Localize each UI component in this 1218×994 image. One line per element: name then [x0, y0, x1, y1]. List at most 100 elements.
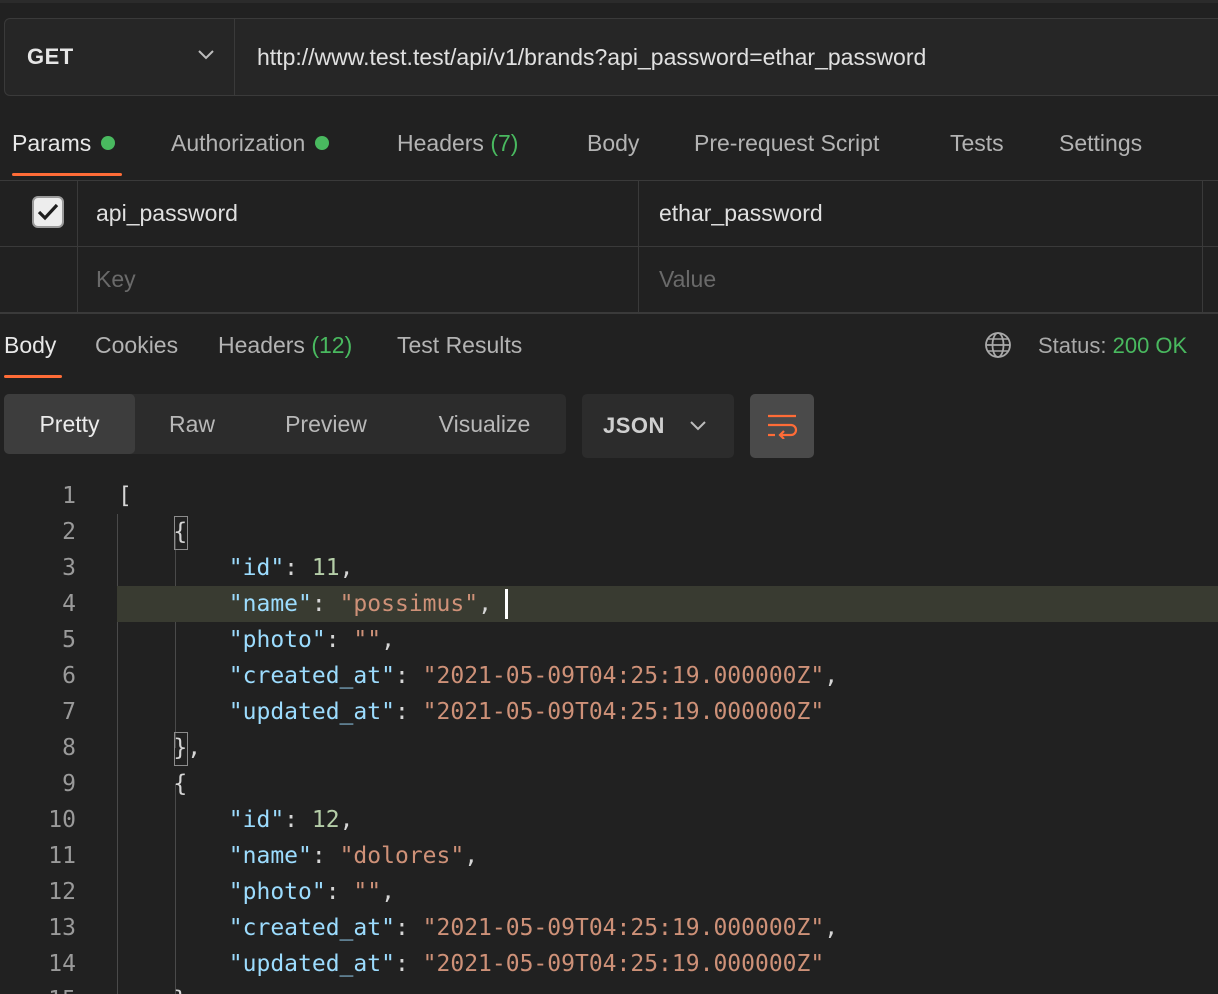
- request-tabs: Params Authorization Headers (7) Body Pr…: [0, 118, 1218, 180]
- line-number: 11: [48, 843, 76, 869]
- code-line: 10 "id": 12,: [0, 802, 1218, 838]
- line-number: 10: [48, 807, 76, 833]
- code-text: "name": "dolores",: [228, 843, 479, 869]
- check-icon: [37, 203, 59, 221]
- tab-body[interactable]: Body: [587, 130, 639, 157]
- tab-headers[interactable]: Headers (7): [397, 130, 518, 157]
- status-label: Status:: [1038, 333, 1107, 358]
- tab-label: Pre-request Script: [694, 130, 880, 156]
- view-raw-button[interactable]: Raw: [135, 394, 249, 454]
- language-label: JSON: [603, 413, 665, 438]
- line-number: 12: [48, 879, 76, 905]
- headers-count-badge: (7): [490, 130, 519, 156]
- tab-cookies[interactable]: Cookies: [95, 332, 178, 359]
- code-text: "id": 12,: [228, 807, 354, 833]
- code-text: [: [118, 483, 132, 509]
- view-mode-selector: Pretty Raw Preview Visualize: [4, 394, 566, 454]
- table-row: api_password ethar_password: [0, 181, 1218, 247]
- tab-label: Cookies: [95, 332, 179, 358]
- code-line: 6 "created_at": "2021-05-09T04:25:19.000…: [0, 658, 1218, 694]
- request-bar: GET http://www.test.test/api/v1/brands?a…: [4, 18, 1218, 96]
- code-text: },: [118, 735, 202, 761]
- tab-tests[interactable]: Tests: [950, 130, 1004, 157]
- wrap-lines-icon: [768, 414, 798, 439]
- line-number: 13: [48, 915, 76, 941]
- code-line: 12 "photo": "",: [0, 874, 1218, 910]
- globe-icon[interactable]: [984, 331, 1012, 359]
- line-number: 7: [62, 699, 76, 725]
- code-line: 7 "updated_at": "2021-05-09T04:25:19.000…: [0, 694, 1218, 730]
- code-line: 1 [: [0, 478, 1218, 514]
- code-line: 14 "updated_at": "2021-05-09T04:25:19.00…: [0, 946, 1218, 982]
- code-line: 13 "created_at": "2021-05-09T04:25:19.00…: [0, 910, 1218, 946]
- code-line: 4 "name": "possimus",: [0, 586, 1218, 622]
- line-number: 1: [62, 483, 76, 509]
- tab-response-headers[interactable]: Headers (12): [218, 332, 352, 359]
- line-number: 8: [62, 735, 76, 761]
- line-number: 4: [62, 591, 76, 617]
- response-body-viewer[interactable]: 1 [ 2 { 3 "id": 11, 4 "name": "possimus"…: [0, 478, 1218, 994]
- code-line: 11 "name": "dolores",: [0, 838, 1218, 874]
- wrap-lines-button[interactable]: [750, 394, 814, 458]
- view-visualize-button[interactable]: Visualize: [403, 394, 566, 454]
- line-number: 5: [62, 627, 76, 653]
- view-preview-button[interactable]: Preview: [249, 394, 403, 454]
- code-text: "name": "possimus",: [228, 591, 492, 617]
- code-text: "photo": "",: [228, 879, 395, 905]
- code-text: "id": 11,: [228, 555, 354, 581]
- headers-count-badge: (12): [311, 332, 353, 358]
- code-line: 3 "id": 11,: [0, 550, 1218, 586]
- active-tab-indicator: [12, 173, 122, 176]
- line-number: 6: [62, 663, 76, 689]
- line-number: 9: [62, 771, 76, 797]
- chevron-down-icon: [690, 421, 706, 431]
- url-input[interactable]: http://www.test.test/api/v1/brands?api_p…: [235, 19, 1218, 95]
- param-enabled-checkbox[interactable]: [32, 196, 64, 228]
- param-value-field[interactable]: ethar_password: [659, 200, 823, 227]
- response-status: Status: 200 OK: [1038, 333, 1187, 359]
- line-number: 14: [48, 951, 76, 977]
- param-key-field[interactable]: api_password: [96, 200, 238, 227]
- code-line: 9 {: [0, 766, 1218, 802]
- tab-label: Body: [587, 130, 640, 156]
- table-row: Key Value: [0, 247, 1218, 313]
- view-pretty-button[interactable]: Pretty: [4, 394, 135, 454]
- method-select[interactable]: GET: [5, 19, 235, 95]
- response-tabs: Body Cookies Headers (12) Test Results S…: [0, 313, 1218, 380]
- tab-settings[interactable]: Settings: [1059, 130, 1142, 157]
- status-dot: [101, 136, 116, 150]
- tab-response-body[interactable]: Body: [4, 332, 56, 359]
- tab-params[interactable]: Params: [12, 130, 116, 157]
- code-line: 5 "photo": "",: [0, 622, 1218, 658]
- tab-label: Headers: [218, 332, 305, 358]
- code-text: "created_at": "2021-05-09T04:25:19.00000…: [228, 915, 839, 941]
- tab-label: Authorization: [171, 130, 306, 156]
- code-text: {: [118, 771, 188, 797]
- tab-label: Body: [4, 332, 57, 358]
- status-dot: [315, 136, 330, 150]
- tab-label: Params: [12, 130, 92, 156]
- tab-label: Tests: [950, 130, 1004, 156]
- code-text: },: [118, 982, 201, 994]
- code-text: "created_at": "2021-05-09T04:25:19.00000…: [228, 663, 839, 689]
- column-divider: [638, 181, 639, 312]
- new-param-value-input[interactable]: Value: [659, 266, 716, 293]
- tab-pre-request-script[interactable]: Pre-request Script: [694, 130, 879, 157]
- matching-bracket-close: [174, 732, 188, 766]
- text-cursor: [505, 589, 508, 619]
- active-tab-indicator: [4, 375, 62, 378]
- column-divider: [77, 181, 78, 312]
- tab-label: Settings: [1059, 130, 1143, 156]
- line-number: 15: [0, 982, 76, 994]
- tab-label: Test Results: [397, 332, 523, 358]
- chevron-down-icon: [198, 50, 214, 60]
- tab-label: Headers: [397, 130, 484, 156]
- language-select[interactable]: JSON: [582, 394, 734, 458]
- code-text: "updated_at": "2021-05-09T04:25:19.00000…: [228, 951, 825, 977]
- tab-test-results[interactable]: Test Results: [397, 332, 522, 359]
- code-text: "photo": "",: [228, 627, 395, 653]
- new-param-key-input[interactable]: Key: [96, 266, 136, 293]
- window-top-border: [0, 0, 1218, 3]
- status-code: 200 OK: [1112, 333, 1188, 358]
- tab-authorization[interactable]: Authorization: [171, 130, 330, 157]
